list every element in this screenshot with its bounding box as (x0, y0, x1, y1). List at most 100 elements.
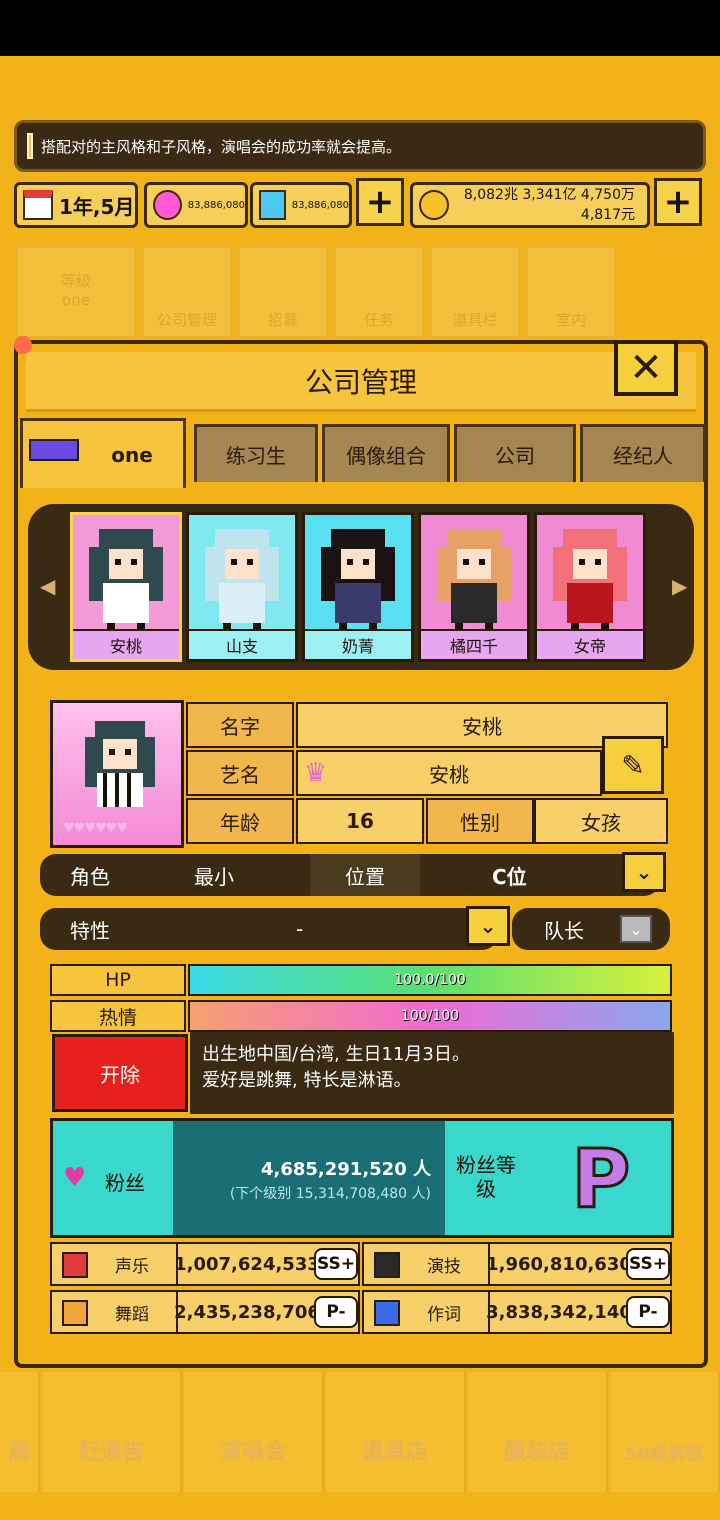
game-screen: 搭配对的主风格和子风格，演唱会的成功率就会提高。 1年,5月 83,886,08… (0, 0, 720, 1520)
fans-level-badge: P (531, 1125, 671, 1233)
skill-row: 作词 3,838,342,140 P- (362, 1290, 672, 1334)
idol-sprite-icon (553, 529, 627, 633)
idol-sprite-icon (321, 529, 395, 633)
tab-company[interactable]: 公司 (454, 424, 576, 482)
skill-value: 3,838,342,140 (486, 1292, 632, 1332)
tip-icon (27, 133, 33, 159)
idol-carousel: ◀ ▶ 安桃 山支 奶菁 橘四千 女帝 (28, 504, 694, 670)
stage-name-text: 安桃 (429, 762, 469, 787)
skill-row: 声乐 1,007,624,533 SS+ (50, 1242, 360, 1286)
bio-line-2: 爱好是跳舞, 特长是淋语。 (202, 1070, 412, 1091)
position-label: 位置 (310, 854, 420, 896)
close-button[interactable]: ✕ (614, 340, 678, 396)
skill-label: 演技 (427, 1256, 461, 1277)
bg-menu-company: 公司管理 (142, 246, 232, 338)
group-icon (29, 439, 79, 461)
carousel-right-arrow[interactable]: ▶ (672, 574, 687, 598)
skill-label: 声乐 (115, 1256, 149, 1277)
skill-icon (62, 1252, 88, 1278)
idol-profile: ♥♥♥♥♥♥ 名字 安桃 艺名 ♛ 安桃 ✎ 年龄 16 性别 女孩 角色 最小… (28, 698, 678, 1354)
fans-count-box: 4,685,291,520 人 (下个级别 15,314,708,480 人) (173, 1121, 445, 1235)
idol-sprite-icon (89, 529, 163, 633)
tip-banner: 搭配对的主风格和子风格，演唱会的成功率就会提高。 (14, 120, 706, 172)
bg-bottom-schedule: 赶通告 (42, 1372, 182, 1492)
idol-card-name: 山支 (189, 629, 295, 659)
bio-text: 出生地中国/台湾, 生日11月3日。 爱好是跳舞, 特长是淋语。 (190, 1032, 674, 1114)
bg-user-name: one (62, 290, 90, 309)
idol-card[interactable]: 橘四千 (418, 512, 530, 662)
skill-icon (62, 1300, 88, 1326)
add-money-button[interactable]: + (654, 178, 702, 226)
bg-menu-tasks: 任务 (334, 246, 424, 338)
leader-label: 队长 (544, 918, 584, 943)
panel-title: 公司管理 (26, 352, 696, 412)
leader-checkbox[interactable]: ⌄ (620, 915, 652, 943)
tip-text: 搭配对的主风格和子风格，演唱会的成功率就会提高。 (41, 137, 402, 156)
money-counter: 8,082兆 3,341亿 4,750万 4,817元 (410, 182, 650, 228)
fans-level-label: 粉丝等级 (456, 1153, 516, 1201)
idol-card-name: 奶菁 (305, 629, 411, 659)
date-text: 1年,5月 (59, 194, 135, 219)
skill-label: 舞蹈 (115, 1304, 149, 1325)
idol-card[interactable]: 奶菁 (302, 512, 414, 662)
position-value: C位 (492, 864, 527, 889)
gender-label: 性别 (426, 798, 534, 844)
skill-grade: SS+ (314, 1248, 358, 1280)
tab-one[interactable]: one (20, 418, 186, 488)
date-display: 1年,5月 (14, 182, 138, 228)
crown-icon: ♛ (304, 758, 328, 788)
bg-bottom-itemshop: 道具店 (326, 1372, 466, 1492)
skill-row: 演技 1,960,810,630 SS+ (362, 1242, 672, 1286)
bio-line-1: 出生地中国/台湾, 生日11月3日。 (202, 1044, 470, 1065)
idol-card-name: 女帝 (537, 629, 643, 659)
idol-card-name: 橘四千 (421, 629, 527, 659)
tab-trainees[interactable]: 练习生 (194, 424, 318, 482)
add-gems-button[interactable]: + (356, 178, 404, 226)
passion-bar: 100/100 (188, 1000, 672, 1032)
role-value: 最小 (194, 864, 234, 889)
money-line-2: 4,817元 (580, 207, 635, 223)
pink-gem-count: 83,886,080 (187, 199, 245, 211)
carousel-left-arrow[interactable]: ◀ (40, 574, 55, 598)
stage-name-value: ♛ 安桃 (296, 750, 602, 796)
status-bar (0, 0, 720, 56)
fire-button[interactable]: 开除 (52, 1034, 188, 1112)
age-value: 16 (296, 798, 424, 844)
skill-grade: P- (314, 1296, 358, 1328)
age-label: 年龄 (186, 798, 294, 844)
bg-bottom-0: 鳽 (0, 1372, 40, 1492)
skill-value: 2,435,238,706 (174, 1292, 320, 1332)
trait-label: 特性 (70, 918, 110, 943)
money-line-1: 8,082兆 3,341亿 4,750万 (463, 187, 635, 203)
skill-value: 1,007,624,533 (174, 1244, 320, 1284)
bg-bottom-unlock: 50级解锁 (610, 1372, 720, 1492)
idol-card-name: 安桃 (73, 629, 179, 659)
skill-row: 舞蹈 2,435,238,706 P- (50, 1290, 360, 1334)
calendar-icon (23, 190, 53, 220)
tab-manager[interactable]: 经纪人 (580, 424, 706, 482)
idol-card[interactable]: 女帝 (534, 512, 646, 662)
idol-card[interactable]: 山支 (186, 512, 298, 662)
stage-name-label: 艺名 (186, 750, 294, 796)
coin-icon (419, 190, 449, 220)
hp-label: HP (50, 964, 186, 996)
skill-label: 作词 (427, 1304, 461, 1325)
notification-dot (14, 336, 32, 354)
idol-sprite-icon (205, 529, 279, 633)
position-dropdown-button[interactable]: ⌄ (622, 852, 666, 892)
trait-bar: 特性 - (40, 908, 498, 950)
edit-name-button[interactable]: ✎ (602, 736, 664, 794)
skill-icon (374, 1252, 400, 1278)
idol-avatar: ♥♥♥♥♥♥ (50, 700, 184, 848)
tab-idol-group[interactable]: 偶像组合 (322, 424, 450, 482)
affection-hearts-icon: ♥♥♥♥♥♥ (63, 821, 128, 836)
name-label: 名字 (186, 702, 294, 748)
bg-level-label: 等级 (60, 271, 91, 290)
idol-portrait-icon (85, 721, 155, 807)
idol-card[interactable]: 安桃 (70, 512, 182, 662)
fans-label: 粉丝 (105, 1171, 145, 1195)
trait-dropdown-button[interactable]: ⌄ (466, 906, 510, 946)
bg-menu-items: 道具栏 (430, 246, 520, 338)
skill-value: 1,960,810,630 (486, 1244, 632, 1284)
bg-bottom-clothing: 服装店 (468, 1372, 608, 1492)
